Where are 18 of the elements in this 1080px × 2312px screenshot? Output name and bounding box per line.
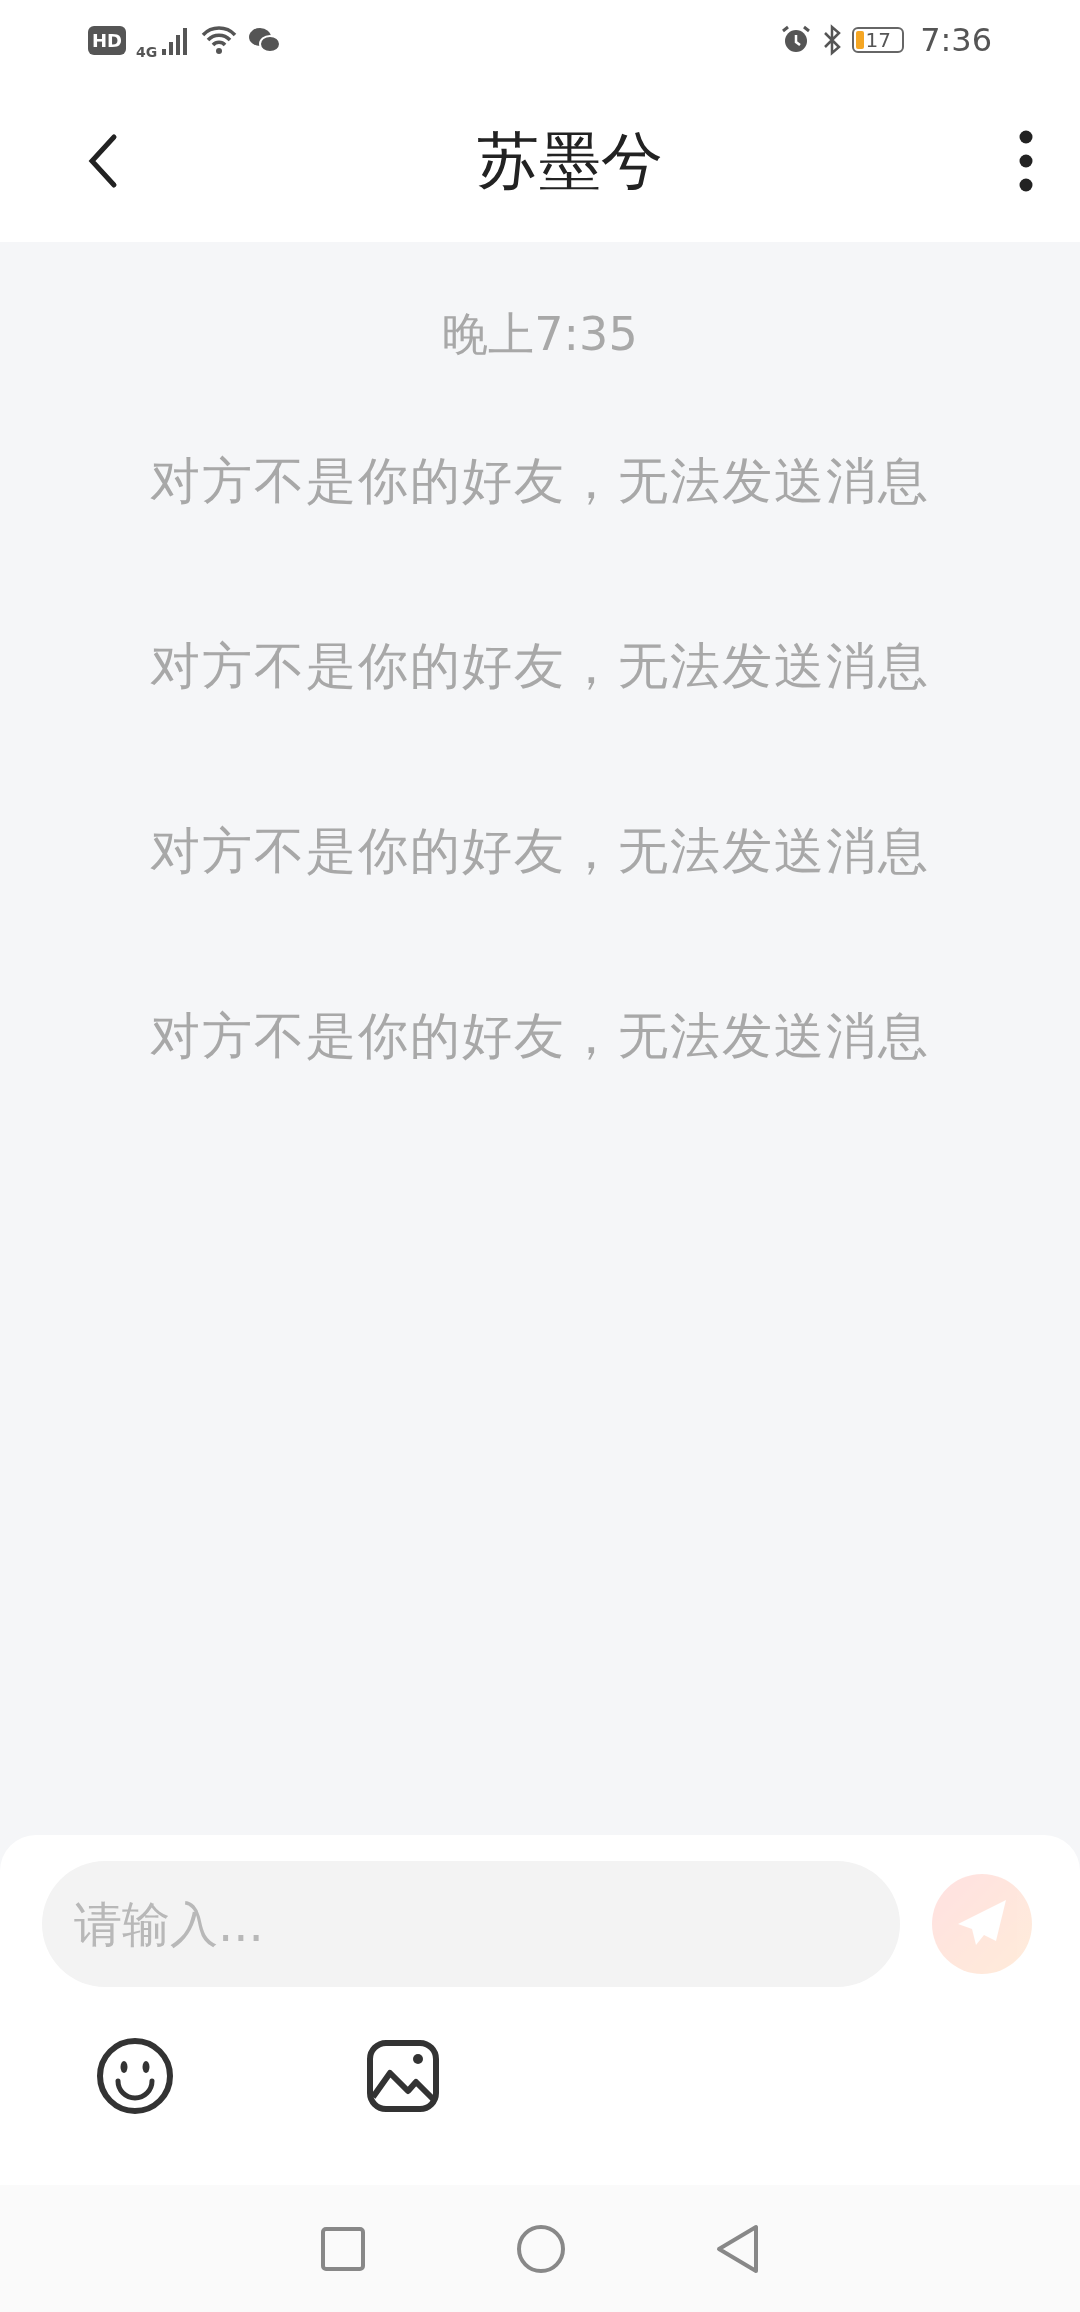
home-button[interactable] — [516, 2223, 566, 2274]
hd-badge: HD — [88, 25, 126, 55]
emoji-button[interactable] — [96, 2037, 174, 2115]
system-notice: 对方不是你的好友，无法发送消息 — [150, 1006, 930, 1067]
bluetooth-icon — [822, 24, 843, 56]
system-notice: 对方不是你的好友，无法发送消息 — [150, 821, 930, 882]
back-nav-button[interactable] — [716, 2223, 760, 2274]
system-notice: 对方不是你的好友，无法发送消息 — [150, 451, 930, 512]
recent-apps-button[interactable] — [320, 2225, 366, 2272]
message-input-field[interactable]: 请输入... — [42, 1861, 900, 1987]
clock-time: 7:36 — [920, 21, 992, 59]
network-type: 4G — [136, 44, 158, 60]
chat-title: 苏墨兮 — [477, 123, 663, 199]
system-notice: 对方不是你的好友，无法发送消息 — [150, 636, 930, 697]
wifi-icon — [201, 25, 238, 55]
message-time: 晚上7:35 — [442, 306, 638, 363]
image-button[interactable] — [366, 2037, 440, 2115]
battery-icon: 17 — [852, 27, 905, 53]
